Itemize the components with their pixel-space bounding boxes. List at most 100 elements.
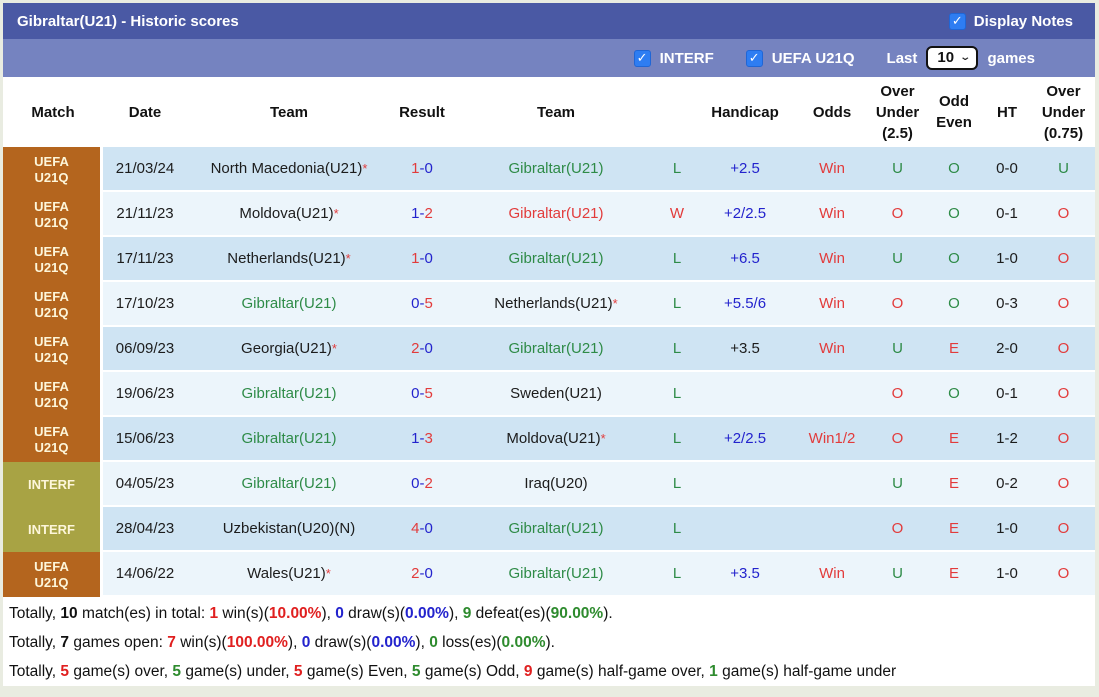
odd-even-value: O xyxy=(948,384,960,402)
date-cell: 17/11/23 xyxy=(103,237,187,282)
win-loss-value: L xyxy=(672,159,682,177)
over-under-25-value: O xyxy=(891,204,904,222)
home-team-name: Gibraltar(U21) xyxy=(241,294,337,312)
over-under-075-value: O xyxy=(1057,564,1070,582)
odds-cell: Win xyxy=(795,237,869,282)
win-loss-value: L xyxy=(672,249,682,267)
home-team-cell: Netherlands(U21) * xyxy=(187,237,391,282)
games-count-value: 10 xyxy=(937,49,955,66)
win-loss-value: L xyxy=(672,384,682,402)
over-under-075-cell: O xyxy=(1032,552,1095,597)
interf-filter-label: INTERF xyxy=(659,49,714,67)
foul-star-marker: * xyxy=(362,160,368,176)
home-team-name: North Macedonia(U21) xyxy=(210,159,363,177)
competition-label: UEFA U21Q xyxy=(34,243,69,275)
over-under-25-cell: O xyxy=(869,507,926,552)
odd-even-cell: E xyxy=(926,552,982,597)
match-competition-badge: INTERF xyxy=(3,462,103,507)
interf-checkbox[interactable]: ✓ xyxy=(633,49,651,67)
away-team-cell: Gibraltar(U21) xyxy=(453,507,659,552)
competition-label: UEFA U21Q xyxy=(34,333,69,365)
display-notes-checkbox[interactable]: ✓ xyxy=(948,12,966,30)
match-competition-badge: UEFA U21Q xyxy=(3,552,103,597)
competition-label: UEFA U21Q xyxy=(34,153,69,185)
away-team-name: Sweden(U21) xyxy=(510,384,602,402)
table-row: INTERF 28/04/23 Uzbekistan(U20)(N) 4-0 Gibra… xyxy=(3,507,1095,552)
win-loss-value: L xyxy=(672,519,682,537)
win-loss-cell: L xyxy=(659,147,695,192)
column-header-odd-even: Odd Even xyxy=(936,93,972,131)
away-team-name: Gibraltar(U21) xyxy=(508,519,604,537)
odds-value: Win xyxy=(819,339,845,357)
over-under-075-value: U xyxy=(1058,159,1069,177)
column-header-handicap: Handicap xyxy=(711,103,779,121)
column-header-wl xyxy=(659,77,695,147)
odd-even-cell: O xyxy=(926,372,982,417)
half-time-score: 2-0 xyxy=(996,339,1018,357)
over-under-25-value: U xyxy=(892,564,903,582)
table-row: UEFA U21Q 17/11/23 Netherlands(U21) * 1-0 Gib… xyxy=(3,237,1095,282)
column-header-ht: HT xyxy=(997,103,1017,121)
away-score: 5 xyxy=(424,294,433,312)
uefa-u21q-checkbox[interactable]: ✓ xyxy=(745,49,763,67)
over-under-075-value: O xyxy=(1057,339,1070,357)
result-cell: 0-2 xyxy=(391,462,453,507)
table-row: UEFA U21Q 17/10/23 Gibraltar(U21) 0-5 Nether… xyxy=(3,282,1095,327)
half-time-cell: 0-1 xyxy=(982,372,1032,417)
handicap-value: +3.5 xyxy=(730,339,760,357)
result-cell: 2-0 xyxy=(391,552,453,597)
odds-cell xyxy=(795,372,869,417)
away-score: 0 xyxy=(424,564,433,582)
home-team-cell: North Macedonia(U21) * xyxy=(187,147,391,192)
foul-star-marker: * xyxy=(345,250,351,266)
table-header: Match Date Team Result Team Handicap Odds Over … xyxy=(3,77,1095,147)
half-time-score: 0-1 xyxy=(996,384,1018,402)
result-cell: 1-2 xyxy=(391,192,453,237)
odd-even-cell: E xyxy=(926,462,982,507)
over-under-075-value: O xyxy=(1057,249,1070,267)
over-under-25-cell: O xyxy=(869,372,926,417)
odd-even-value: O xyxy=(948,159,960,177)
odd-even-value: E xyxy=(948,339,959,357)
away-score: 2 xyxy=(424,204,433,222)
over-under-075-cell: O xyxy=(1032,192,1095,237)
over-under-25-value: U xyxy=(892,159,903,177)
home-team-cell: Uzbekistan(U20)(N) xyxy=(187,507,391,552)
half-time-score: 1-0 xyxy=(996,564,1018,582)
foul-star-marker: * xyxy=(600,430,606,446)
over-under-25-value: U xyxy=(892,474,903,492)
result-cell: 4-0 xyxy=(391,507,453,552)
over-under-075-value: O xyxy=(1057,474,1070,492)
column-header-odds: Odds xyxy=(812,103,852,121)
foul-star-marker: * xyxy=(612,295,618,311)
odd-even-value: E xyxy=(948,564,959,582)
win-loss-cell: L xyxy=(659,552,695,597)
table-row: UEFA U21Q 06/09/23 Georgia(U21) * 2-0 Gibralt… xyxy=(3,327,1095,372)
table-row: UEFA U21Q 19/06/23 Gibraltar(U21) 0-5 Sweden… xyxy=(3,372,1095,417)
over-under-25-cell: U xyxy=(869,462,926,507)
home-score: 2 xyxy=(411,339,420,357)
handicap-cell: +3.5 xyxy=(695,327,795,372)
half-time-cell: 2-0 xyxy=(982,327,1032,372)
handicap-value: +5.5/6 xyxy=(723,294,767,312)
table-row: UEFA U21Q 15/06/23 Gibraltar(U21) 1-3 Moldov… xyxy=(3,417,1095,462)
half-time-score: 0-2 xyxy=(996,474,1018,492)
home-score: 1 xyxy=(411,429,420,447)
competition-label: UEFA U21Q xyxy=(34,378,69,410)
home-team-name: Gibraltar(U21) xyxy=(241,474,337,492)
handicap-value: +2.5 xyxy=(730,159,760,177)
date-cell: 04/05/23 xyxy=(103,462,187,507)
games-count-select[interactable]: 10 ⌄ xyxy=(926,46,979,70)
half-time-score: 1-0 xyxy=(996,519,1018,537)
result-cell: 2-0 xyxy=(391,327,453,372)
over-under-075-cell: O xyxy=(1032,237,1095,282)
over-under-075-cell: O xyxy=(1032,372,1095,417)
over-under-25-cell: U xyxy=(869,237,926,282)
away-team-name: Gibraltar(U21) xyxy=(508,339,604,357)
home-score: 1 xyxy=(411,204,420,222)
away-team-name: Gibraltar(U21) xyxy=(508,564,604,582)
over-under-25-value: U xyxy=(892,249,903,267)
competition-label: INTERF xyxy=(28,521,75,537)
home-team-name: Moldova(U21) xyxy=(239,204,334,222)
half-time-score: 1-2 xyxy=(996,429,1018,447)
